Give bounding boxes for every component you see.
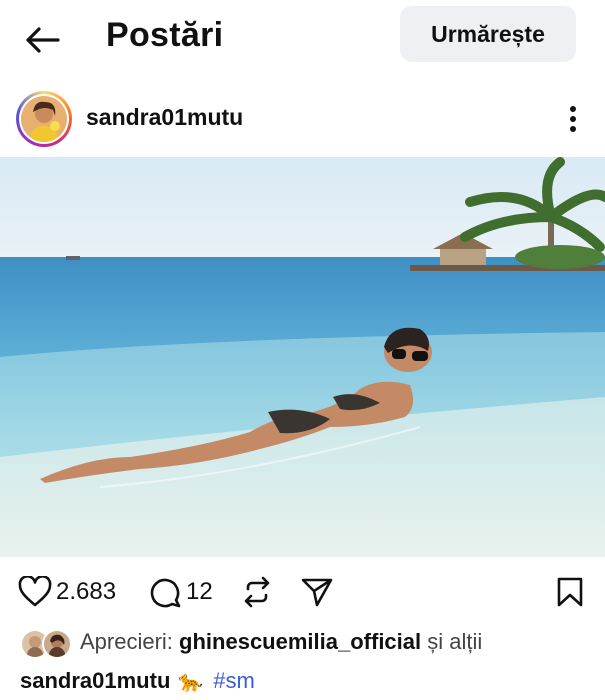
- more-vertical-icon: [570, 106, 576, 132]
- back-button[interactable]: [20, 20, 64, 60]
- leopard-emoji: 🐆: [178, 670, 204, 693]
- story-ring[interactable]: [16, 91, 72, 147]
- post-author-row: sandra01mutu: [0, 88, 605, 150]
- save-button[interactable]: [556, 570, 584, 614]
- follow-button[interactable]: Urmărește: [400, 6, 576, 62]
- share-button[interactable]: [300, 570, 334, 614]
- share-icon: [301, 578, 333, 607]
- page-title: Postări: [106, 16, 224, 54]
- comment-button[interactable]: 12: [148, 570, 213, 614]
- avatar: [21, 96, 67, 142]
- more-options-button[interactable]: [560, 102, 586, 136]
- liker-avatars: [20, 627, 72, 659]
- caption-username[interactable]: sandra01mutu: [20, 668, 170, 694]
- likes-summary[interactable]: Aprecieri: ghinescuemilia_official și al…: [20, 624, 482, 660]
- likes-count: 2.683: [56, 578, 117, 605]
- beach-photo: [0, 157, 605, 557]
- repost-button[interactable]: [240, 570, 274, 614]
- likes-prefix: Aprecieri:: [80, 629, 173, 654]
- post-actions: 2.683 12: [0, 570, 605, 614]
- liker-username[interactable]: ghinescuemilia_official: [179, 629, 421, 655]
- likes-suffix: și alții: [427, 629, 483, 654]
- caption-hashtag[interactable]: #sm: [213, 668, 255, 694]
- arrow-left-icon: [26, 27, 60, 53]
- avatar: [42, 629, 72, 659]
- heart-icon: [18, 576, 52, 607]
- like-button[interactable]: 2.683: [18, 570, 116, 614]
- post-image[interactable]: [0, 157, 605, 557]
- repost-icon: [244, 576, 270, 608]
- comment-icon: [150, 578, 181, 608]
- comments-count: 12: [186, 578, 213, 605]
- bookmark-icon: [557, 577, 583, 607]
- post-username[interactable]: sandra01mutu: [86, 104, 243, 131]
- caption: sandra01mutu 🐆 #sm: [20, 664, 255, 698]
- top-bar: Postări Urmărește: [0, 0, 605, 80]
